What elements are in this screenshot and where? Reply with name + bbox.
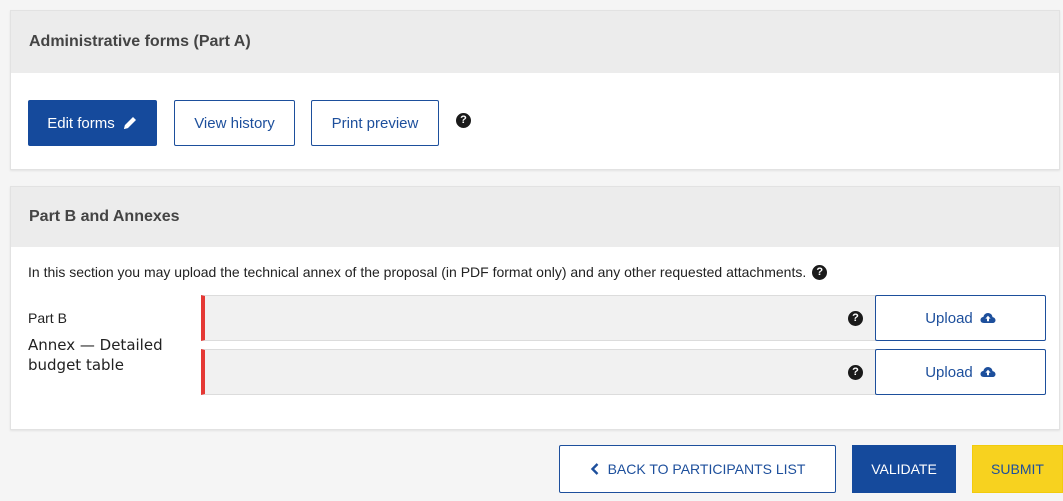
validate-button[interactable]: VALIDATE	[852, 445, 956, 493]
part-a-actions: Edit forms View history Print preview ?	[28, 100, 471, 146]
file-field-part-b[interactable]	[201, 295, 876, 341]
row-label: Annex — Detailed budget table	[28, 336, 163, 374]
view-history-button[interactable]: View history	[174, 100, 295, 146]
pencil-icon	[123, 117, 136, 129]
question-circle-icon[interactable]: ?	[848, 365, 863, 380]
print-preview-button[interactable]: Print preview	[311, 100, 439, 146]
panel-title-part-a: Administrative forms (Part A)	[11, 11, 1059, 73]
question-circle-icon[interactable]: ?	[812, 264, 828, 280]
upload-label: Upload	[925, 363, 973, 381]
question-circle-icon[interactable]: ?	[456, 112, 471, 128]
submit-button[interactable]: SUBMIT	[972, 445, 1063, 493]
file-field-annex-budget[interactable]	[201, 349, 876, 395]
description-text: In this section you may upload the techn…	[28, 264, 807, 280]
part-b-annexes-panel: Part B and Annexes In this section you m…	[10, 186, 1060, 430]
back-to-participants-button[interactable]: BACK TO PARTICIPANTS LIST	[559, 445, 836, 493]
upload-annex-budget-button[interactable]: Upload	[875, 349, 1046, 395]
part-b-description: In this section you may upload the techn…	[28, 264, 828, 280]
upload-row-annex-budget: Annex — Detailed budget table ? Upload	[11, 336, 1061, 395]
panel-title-part-b: Part B and Annexes	[11, 187, 1059, 247]
upload-part-b-button[interactable]: Upload	[875, 295, 1046, 341]
chevron-left-icon	[590, 463, 598, 475]
edit-forms-label: Edit forms	[47, 114, 115, 132]
cloud-upload-icon	[980, 367, 996, 377]
administrative-forms-panel: Administrative forms (Part A) Edit forms…	[10, 10, 1060, 170]
edit-forms-button[interactable]: Edit forms	[28, 100, 157, 146]
cloud-upload-icon	[980, 313, 996, 323]
upload-label: Upload	[925, 309, 973, 327]
row-label: Part B	[28, 310, 67, 326]
question-circle-icon[interactable]: ?	[848, 311, 863, 326]
back-label: BACK TO PARTICIPANTS LIST	[607, 461, 806, 477]
